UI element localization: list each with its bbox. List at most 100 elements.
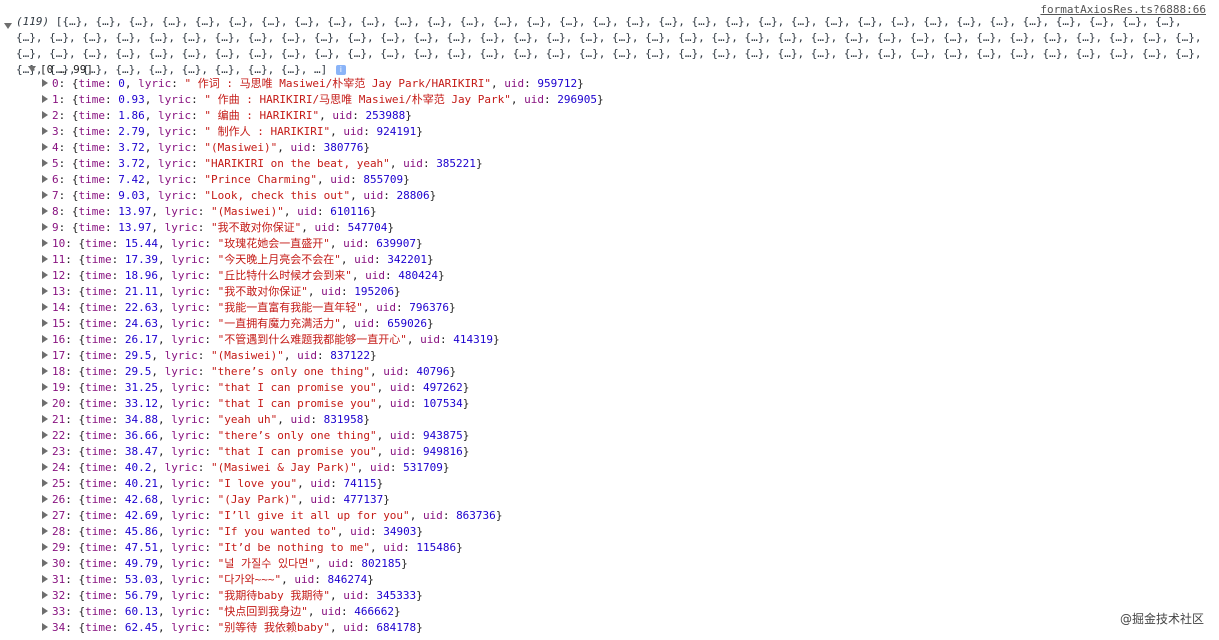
list-item[interactable]: 22: {time: 36.66, lyric: "there’s only o… (42, 428, 604, 444)
list-item[interactable]: 34: {time: 62.45, lyric: "别等待 我依赖baby", … (42, 620, 604, 636)
punctuation: , (510, 93, 525, 106)
list-item[interactable]: 17: {time: 29.5, lyric: "(Masiwei)", uid… (42, 348, 604, 364)
chevron-right-icon[interactable] (42, 287, 48, 295)
chevron-right-icon[interactable] (42, 543, 48, 551)
chevron-right-icon[interactable] (42, 383, 48, 391)
chevron-right-icon[interactable] (42, 143, 48, 151)
chevron-right-icon[interactable] (42, 415, 48, 423)
punctuation: , (158, 509, 172, 522)
list-item[interactable]: 0: {time: 0, lyric: " 作词 : 马思唯 Masiwei/朴… (42, 76, 604, 92)
lyric-value: "别等待 我依赖baby" (217, 621, 330, 634)
list-item[interactable]: 25: {time: 40.21, lyric: "I love you", u… (42, 476, 604, 492)
chevron-right-icon[interactable] (42, 159, 48, 167)
chevron-right-icon[interactable] (42, 559, 48, 567)
chevron-right-icon[interactable] (42, 175, 48, 183)
list-item[interactable]: 33: {time: 60.13, lyric: "快点回到我身边", uid:… (42, 604, 604, 620)
chevron-right-icon[interactable] (42, 79, 48, 87)
chevron-right-icon[interactable] (42, 431, 48, 439)
chevron-right-icon[interactable] (42, 623, 48, 631)
punctuation: , (158, 557, 172, 570)
chevron-right-icon[interactable] (42, 223, 48, 231)
chevron-right-icon[interactable] (42, 111, 48, 119)
list-item[interactable]: 9: {time: 13.97, lyric: "我不敢对你保证", uid: … (42, 220, 604, 236)
chevron-right-icon[interactable] (42, 191, 48, 199)
chevron-right-icon[interactable] (42, 591, 48, 599)
punctuation: , (277, 141, 291, 154)
list-item[interactable]: 18: {time: 29.5, lyric: "there’s only on… (42, 364, 604, 380)
punctuation: : (350, 173, 364, 186)
chevron-right-icon[interactable] (42, 511, 48, 519)
row-index: 17 (52, 349, 66, 362)
row-index: 31 (52, 573, 66, 586)
list-item[interactable]: 31: {time: 53.03, lyric: "다가와~~~", uid: … (42, 572, 604, 588)
list-item[interactable]: 26: {time: 42.68, lyric: "(Jay Park)", u… (42, 492, 604, 508)
chevron-right-icon[interactable] (42, 575, 48, 583)
info-icon[interactable]: i (335, 65, 346, 75)
punctuation: } (367, 573, 374, 586)
list-item[interactable]: 12: {time: 18.96, lyric: "丘比特什么时候才会到来", … (42, 268, 604, 284)
punctuation: , (158, 237, 172, 250)
list-item[interactable]: 20: {time: 33.12, lyric: "that I can pro… (42, 396, 604, 412)
chevron-right-icon[interactable] (42, 335, 48, 343)
key-uid: uid (383, 541, 404, 554)
chevron-right-icon[interactable] (42, 255, 48, 263)
list-item[interactable]: 27: {time: 42.69, lyric: "I’ll give it a… (42, 508, 604, 524)
time-value: 45.86 (124, 525, 158, 538)
punctuation: , (307, 605, 322, 618)
chevron-right-icon[interactable] (42, 527, 48, 535)
list-item[interactable]: 23: {time: 38.47, lyric: "that I can pro… (42, 444, 604, 460)
list-item[interactable]: 32: {time: 56.79, lyric: "我期待baby 我期待", … (42, 588, 604, 604)
punctuation: , (283, 205, 298, 218)
chevron-right-icon[interactable] (42, 447, 48, 455)
list-item[interactable]: 3: {time: 2.79, lyric: " 制作人 : HARIKIRI"… (42, 124, 604, 140)
list-item[interactable]: 30: {time: 49.79, lyric: "널 가질수 있다면", ui… (42, 556, 604, 572)
chevron-right-icon[interactable] (42, 399, 48, 407)
list-item[interactable]: 14: {time: 22.63, lyric: "我能一直富有我能一直年轻",… (42, 300, 604, 316)
uid-value: 837122 (330, 349, 370, 362)
chevron-right-icon[interactable] (42, 479, 48, 487)
expand-toggle-icon[interactable] (4, 18, 12, 34)
list-item[interactable]: 8: {time: 13.97, lyric: "(Masiwei)", uid… (42, 204, 604, 220)
list-item[interactable]: 2: {time: 1.86, lyric: " 编曲 : HARIKIRI",… (42, 108, 604, 124)
punctuation: , (316, 173, 331, 186)
list-item[interactable]: 4: {time: 3.72, lyric: "(Masiwei)", uid:… (42, 140, 604, 156)
chevron-right-icon[interactable] (42, 367, 48, 375)
chevron-down-icon[interactable] (28, 66, 36, 72)
punctuation: : (403, 541, 417, 554)
array-summary[interactable]: (119) [{…}, {…}, {…}, {…}, {…}, {…}, {…}… (4, 14, 1204, 78)
chevron-right-icon[interactable] (42, 495, 48, 503)
chevron-right-icon[interactable] (42, 607, 48, 615)
punctuation: : { (65, 333, 86, 346)
list-item[interactable]: 1: {time: 0.93, lyric: " 作曲 : HARIKIRI/马… (42, 92, 604, 108)
row-index: 25 (52, 477, 66, 490)
list-item[interactable]: 24: {time: 40.2, lyric: "(Masiwei & Jay … (42, 460, 604, 476)
chevron-right-icon[interactable] (42, 127, 48, 135)
chevron-right-icon[interactable] (42, 463, 48, 471)
list-item[interactable]: 13: {time: 21.11, lyric: "我不敢对你保证", uid:… (42, 284, 604, 300)
punctuation: : (374, 253, 388, 266)
chevron-right-icon[interactable] (42, 239, 48, 247)
chevron-right-icon[interactable] (42, 271, 48, 279)
chevron-right-icon[interactable] (42, 351, 48, 359)
chevron-right-icon[interactable] (42, 319, 48, 327)
list-item[interactable]: 16: {time: 26.17, lyric: "不管遇到什么难题我都能够一直… (42, 332, 604, 348)
list-item[interactable]: 5: {time: 3.72, lyric: "HARIKIRI on the … (42, 156, 604, 172)
list-item[interactable]: 21: {time: 34.88, lyric: "yeah uh", uid:… (42, 412, 604, 428)
list-item[interactable]: 7: {time: 9.03, lyric: "Look, check this… (42, 188, 604, 204)
punctuation: , (151, 349, 165, 362)
chevron-right-icon[interactable] (42, 303, 48, 311)
key-uid: uid (310, 477, 331, 490)
list-item[interactable]: 11: {time: 17.39, lyric: "今天晚上月亮会不会在", u… (42, 252, 604, 268)
punctuation: , (297, 477, 311, 490)
list-item[interactable]: 10: {time: 15.44, lyric: "玫瑰花她会一直盛开", ui… (42, 236, 604, 252)
time-value: 17.39 (124, 253, 158, 266)
chevron-right-icon[interactable] (42, 207, 48, 215)
list-item[interactable]: 6: {time: 7.42, lyric: "Prince Charming"… (42, 172, 604, 188)
key-lyric: lyric (158, 189, 192, 202)
list-item[interactable]: 15: {time: 24.63, lyric: "一直拥有魔力充满活力", u… (42, 316, 604, 332)
time-value: 60.13 (124, 605, 158, 618)
chevron-right-icon[interactable] (42, 95, 48, 103)
list-item[interactable]: 19: {time: 31.25, lyric: "that I can pro… (42, 380, 604, 396)
list-item[interactable]: 28: {time: 45.86, lyric: "If you wanted … (42, 524, 604, 540)
list-item[interactable]: 29: {time: 47.51, lyric: "It’d be nothin… (42, 540, 604, 556)
